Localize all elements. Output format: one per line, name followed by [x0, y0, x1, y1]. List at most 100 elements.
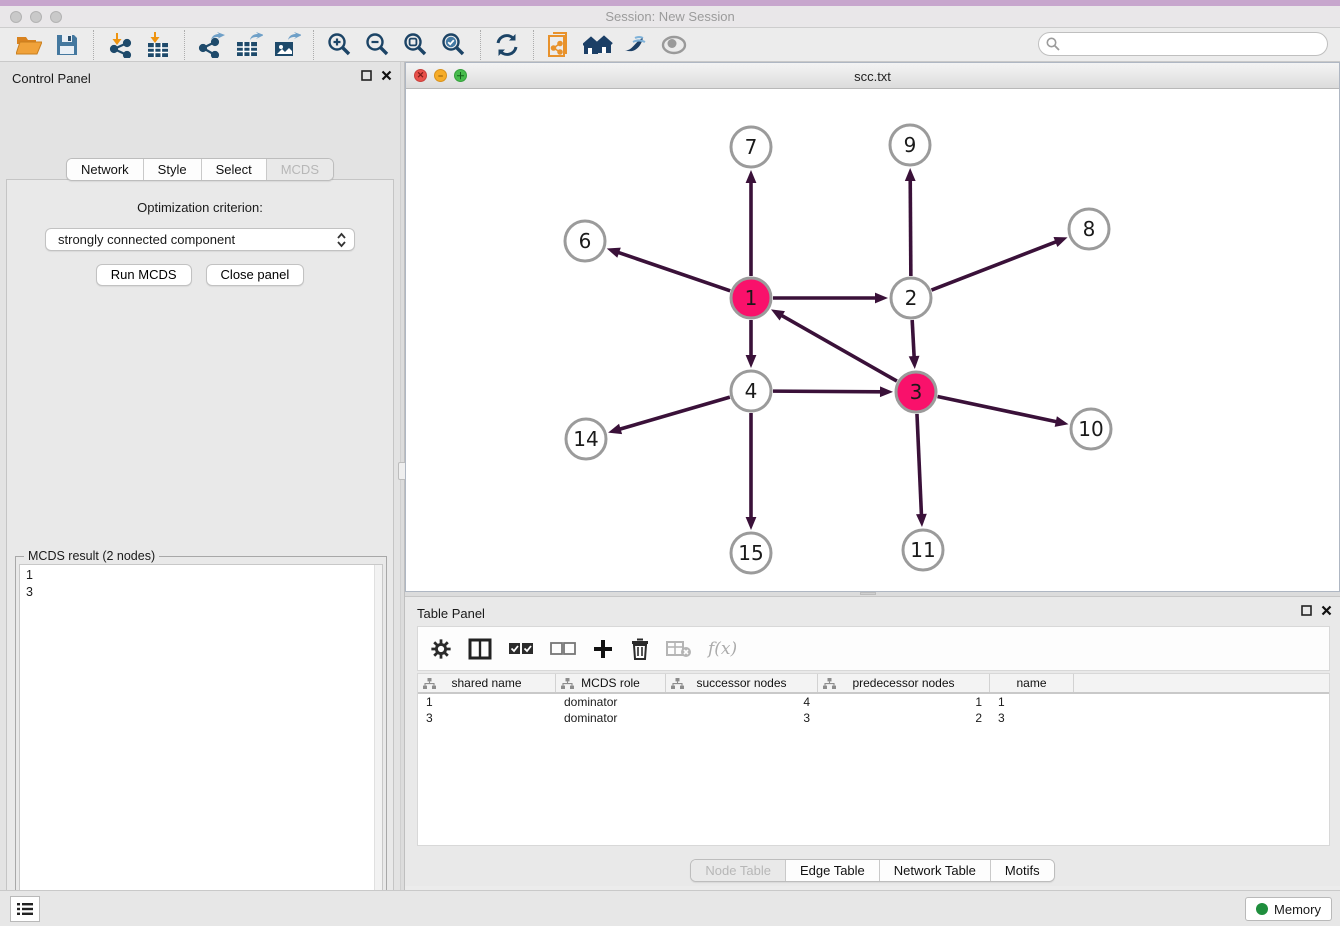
search-input[interactable]	[1038, 32, 1328, 56]
edge-4-14[interactable]	[619, 397, 730, 429]
toolbar-separator	[533, 30, 534, 60]
edge-arrowhead	[1053, 237, 1067, 247]
select-all-columns-icon[interactable]	[508, 641, 534, 657]
network-view-window: ✕ − ＋ scc.txt 7968124314101511	[405, 62, 1340, 592]
table-cell[interactable]: dominator	[556, 694, 666, 710]
graph-node-label: 1	[745, 286, 758, 310]
open-folder-icon[interactable]	[10, 29, 48, 61]
export-network-icon[interactable]	[192, 29, 230, 61]
app-titlebar: Session: New Session	[0, 0, 1340, 28]
table-settings-gear-icon[interactable]	[430, 638, 452, 660]
graph-node-label: 9	[904, 133, 917, 157]
column-header-MCDS-role[interactable]: MCDS role	[556, 674, 666, 692]
table-cell[interactable]: 3	[990, 710, 1074, 726]
export-table-icon[interactable]	[230, 29, 268, 61]
tab-network[interactable]: Network	[67, 159, 144, 180]
float-panel-icon[interactable]	[361, 70, 372, 81]
refresh-layout-icon[interactable]	[488, 29, 526, 61]
edge-3-10[interactable]	[938, 397, 1058, 422]
tab-motifs[interactable]: Motifs	[991, 860, 1054, 881]
table-cell[interactable]: 3	[418, 710, 556, 726]
import-table-icon[interactable]	[139, 29, 177, 61]
tab-edge-table[interactable]: Edge Table	[786, 860, 880, 881]
tab-node-table[interactable]: Node Table	[691, 860, 786, 881]
network-canvas[interactable]: 7968124314101511	[406, 89, 1339, 591]
table-panel-title: Table Panel	[417, 606, 485, 621]
table-row[interactable]: 1dominator411	[418, 694, 1329, 710]
table-cell[interactable]: 1	[990, 694, 1074, 710]
edge-arrowhead	[608, 424, 622, 434]
zoom-fit-icon[interactable]	[397, 29, 435, 61]
mcds-result-line: 3	[26, 584, 376, 601]
hide-selected-eye-icon[interactable]	[655, 29, 693, 61]
show-columns-icon[interactable]	[468, 638, 492, 660]
edge-arrowhead	[746, 355, 757, 368]
export-image-icon[interactable]	[268, 29, 306, 61]
result-scrollbar[interactable]	[374, 565, 382, 926]
edge-arrowhead	[880, 386, 893, 397]
import-network-icon[interactable]	[101, 29, 139, 61]
node-table[interactable]: shared nameMCDS rolesuccessor nodesprede…	[417, 673, 1330, 846]
column-header-shared-name[interactable]: shared name	[418, 674, 556, 692]
edge-3-11[interactable]	[917, 414, 922, 516]
memory-button[interactable]: Memory	[1245, 897, 1332, 921]
table-cell[interactable]: 1	[818, 694, 990, 710]
table-cell[interactable]: 1	[418, 694, 556, 710]
show-hide-graphics-details-icon[interactable]	[617, 29, 655, 61]
tab-style[interactable]: Style	[144, 159, 202, 180]
edge-3-1[interactable]	[781, 315, 897, 381]
edge-2-9[interactable]	[910, 179, 911, 276]
edge-arrowhead	[746, 517, 757, 530]
delete-table-icon-disabled	[666, 639, 692, 659]
tab-select[interactable]: Select	[202, 159, 267, 180]
column-header-name[interactable]: name	[990, 674, 1074, 692]
graph-node-label: 8	[1083, 217, 1096, 241]
search-icon	[1046, 37, 1060, 51]
table-row[interactable]: 3dominator323	[418, 710, 1329, 726]
column-header-predecessor-nodes[interactable]: predecessor nodes	[818, 674, 990, 692]
search-box[interactable]	[1038, 32, 1328, 56]
optimization-criterion-label: Optimization criterion:	[7, 200, 393, 215]
table-panel-tabs: Node TableEdge TableNetwork TableMotifs	[690, 859, 1054, 882]
table-cell[interactable]: 4	[666, 694, 818, 710]
unselect-all-columns-icon[interactable]	[550, 641, 576, 657]
zoom-in-icon[interactable]	[321, 29, 359, 61]
network-canvas-svg[interactable]: 7968124314101511	[406, 89, 1339, 591]
network-window-titlebar[interactable]: ✕ − ＋ scc.txt	[406, 63, 1339, 89]
first-neighbors-icon[interactable]	[579, 29, 617, 61]
run-mcds-button[interactable]: Run MCDS	[96, 264, 192, 286]
graph-node-label: 14	[573, 427, 598, 451]
column-header-successor-nodes[interactable]: successor nodes	[666, 674, 818, 692]
optimization-criterion-dropdown[interactable]: strongly connected component	[45, 228, 355, 251]
clone-network-icon[interactable]	[541, 29, 579, 61]
save-session-icon[interactable]	[48, 29, 86, 61]
float-panel-icon[interactable]	[1301, 605, 1312, 616]
zoom-selected-icon[interactable]	[435, 29, 473, 61]
close-panel-icon[interactable]	[381, 70, 392, 81]
edge-1-6[interactable]	[617, 252, 730, 291]
table-cell[interactable]: 2	[818, 710, 990, 726]
close-panel-button[interactable]: Close panel	[206, 264, 305, 286]
zoom-out-icon[interactable]	[359, 29, 397, 61]
edge-arrowhead	[607, 248, 621, 258]
task-history-button[interactable]	[10, 896, 40, 922]
edge-4-3[interactable]	[773, 391, 882, 392]
dropdown-value: strongly connected component	[58, 232, 235, 247]
table-cell[interactable]: 3	[666, 710, 818, 726]
tab-mcds[interactable]: MCDS	[267, 159, 333, 180]
mcds-result-line: 1	[26, 567, 376, 584]
mcds-result-text[interactable]: 13	[19, 564, 383, 926]
tab-network-table[interactable]: Network Table	[880, 860, 991, 881]
graph-node-label: 4	[745, 379, 758, 403]
graph-node-label: 7	[745, 135, 758, 159]
edge-2-8[interactable]	[932, 241, 1058, 290]
edge-2-3[interactable]	[912, 320, 914, 358]
edge-arrowhead	[875, 293, 888, 304]
control-panel-tabs: NetworkStyleSelectMCDS	[66, 158, 334, 181]
create-column-plus-icon[interactable]	[592, 638, 614, 660]
delete-column-trash-icon[interactable]	[630, 637, 650, 661]
table-cell[interactable]: dominator	[556, 710, 666, 726]
splitter-grip[interactable]	[860, 592, 876, 595]
close-panel-icon[interactable]	[1321, 605, 1332, 616]
table-header-row[interactable]: shared nameMCDS rolesuccessor nodesprede…	[418, 674, 1329, 694]
